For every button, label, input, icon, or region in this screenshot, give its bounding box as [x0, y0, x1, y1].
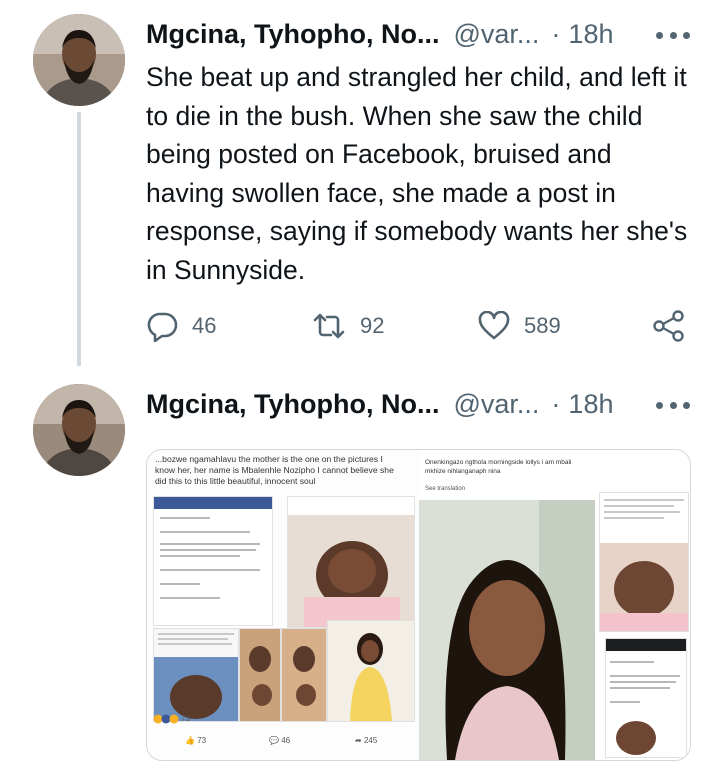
- baby-photo: [287, 496, 415, 628]
- tweet-header: Mgcina, Tyhopho, No... @var... · 18h: [146, 14, 613, 54]
- woman-selfie: [419, 500, 595, 760]
- thumbs-up-icon: 👍: [185, 736, 195, 745]
- reply-count: 46: [192, 313, 217, 338]
- retweet-icon: [313, 313, 345, 339]
- woman-photo-small: [281, 628, 327, 722]
- share-icon: [653, 310, 684, 342]
- like-button[interactable]: 589: [478, 308, 561, 344]
- separator-dot: ·: [551, 18, 561, 49]
- more-icon[interactable]: [656, 30, 690, 40]
- retweet-count: 92: [360, 313, 385, 338]
- timestamp[interactable]: 18h: [568, 19, 613, 50]
- tweet-media[interactable]: ...bozwe ngamahlavu the mother is the on…: [146, 449, 691, 761]
- avatar[interactable]: [33, 384, 125, 476]
- post-comment-count: 46: [281, 736, 291, 745]
- tweet-text: She beat up and strangled her child, and…: [146, 62, 688, 285]
- post-share-stat: ➦ 245: [355, 736, 377, 745]
- media-right-screenshot[interactable]: Onenkingazo ngthola morningside lollys i…: [419, 450, 690, 760]
- phone-screenshot: [153, 496, 273, 626]
- comment-icon: 💬: [269, 736, 279, 745]
- tweet-header: Mgcina, Tyhopho, No... @var... · 18h: [146, 384, 613, 424]
- woman-yellow-photo: [327, 620, 415, 722]
- woman-yellow-image: [328, 621, 414, 721]
- woman-photo-small: [239, 628, 281, 722]
- retweet-button[interactable]: 92: [312, 308, 384, 344]
- phone-screenshot-small: [605, 638, 687, 758]
- share-button[interactable]: [652, 308, 686, 344]
- more-icon[interactable]: [656, 400, 690, 410]
- media-left-screenshot[interactable]: ...bozwe ngamahlavu the mother is the on…: [147, 450, 419, 760]
- post-like-count: 73: [197, 736, 207, 745]
- crying-baby-photo: [599, 492, 689, 632]
- selfie-image: [419, 500, 595, 760]
- right-caption: Onenkingazo ngthola morningside lollys i…: [425, 459, 572, 475]
- author-name[interactable]: Mgcina, Tyhopho, No...: [146, 389, 439, 420]
- reply-icon: [147, 312, 178, 342]
- post-image: [154, 629, 238, 721]
- tweet-actions: 46 92 589: [146, 308, 696, 344]
- post-like-stat: 👍 73: [185, 736, 206, 745]
- author-handle[interactable]: @var...: [453, 19, 539, 50]
- avatar-photo: [33, 14, 125, 106]
- reaction-count: 73: [181, 714, 190, 723]
- baby-image: [288, 497, 414, 627]
- post-share-count: 245: [363, 736, 378, 745]
- like-icon: [478, 311, 510, 340]
- woman-image-small: [282, 629, 326, 721]
- avatar-photo: [33, 384, 125, 476]
- author-name[interactable]: Mgcina, Tyhopho, No...: [146, 19, 439, 50]
- author-handle[interactable]: @var...: [453, 389, 539, 420]
- thread-line: [77, 112, 81, 366]
- screenshot-header: [154, 497, 272, 509]
- avatar[interactable]: [33, 14, 125, 106]
- timestamp[interactable]: 18h: [568, 389, 613, 420]
- woman-image-small: [240, 629, 280, 721]
- reactions-icon: [153, 714, 179, 724]
- crying-baby-image: [600, 493, 688, 631]
- post-comment-stat: 💬 46: [269, 736, 290, 745]
- screenshot-header: [606, 639, 686, 651]
- media-caption: ...bozwe ngamahlavu the mother is the on…: [155, 454, 394, 486]
- reply-button[interactable]: 46: [146, 308, 216, 344]
- separator-dot: ·: [551, 388, 561, 419]
- see-translation[interactable]: See translation: [425, 486, 465, 492]
- share-arrow-icon: ➦: [355, 736, 362, 745]
- like-count: 589: [524, 313, 561, 338]
- post-screenshot: [153, 628, 239, 722]
